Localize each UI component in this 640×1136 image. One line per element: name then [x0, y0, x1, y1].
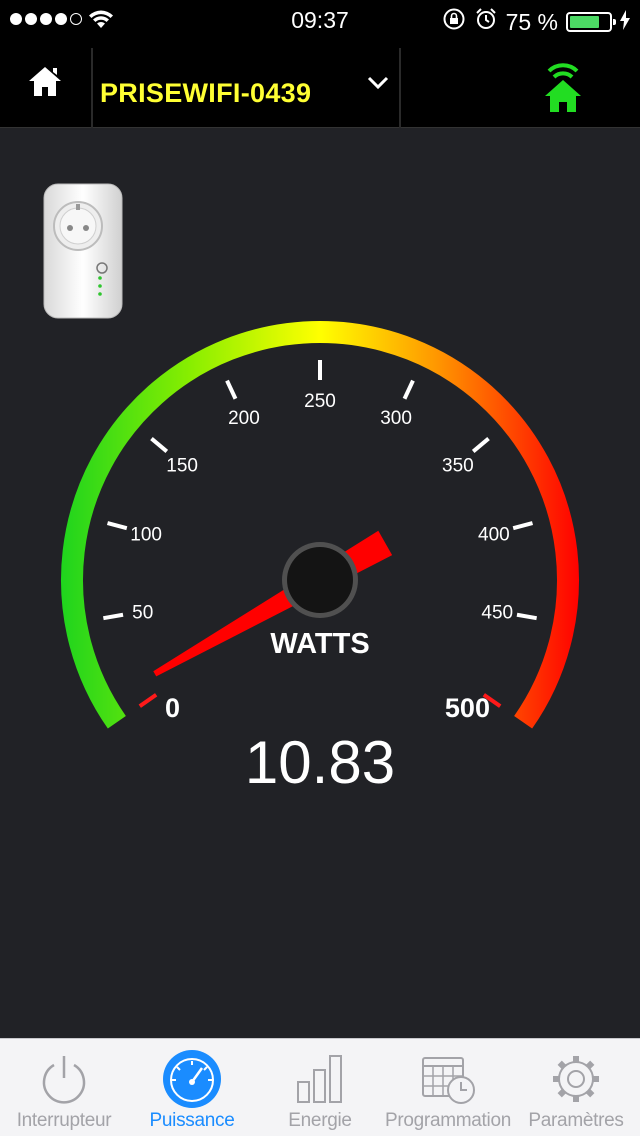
tab-label: Paramètres: [528, 1110, 624, 1131]
tab-label: Puissance: [149, 1110, 235, 1131]
gauge-tick-label: 350: [442, 455, 474, 476]
device-name[interactable]: PRISEWIFI-0439: [100, 78, 311, 109]
header-divider: [91, 48, 93, 128]
tab-label: Interrupteur: [16, 1110, 112, 1131]
gauge-tick: [102, 612, 124, 621]
alarm-icon: [474, 7, 498, 37]
home-icon: [27, 65, 63, 104]
gauge-tick-label: 50: [132, 602, 153, 623]
tab-parametres[interactable]: Paramètres: [512, 1039, 640, 1136]
tab-label: Energie: [288, 1110, 352, 1131]
gauge-tick-label: 100: [130, 524, 162, 545]
power-icon: [32, 1049, 96, 1109]
app-header: PRISEWIFI-0439: [0, 40, 640, 128]
charging-icon: [620, 9, 630, 36]
tab-label: Programmation: [385, 1110, 511, 1131]
battery-percent: 75 %: [505, 8, 558, 35]
gauge-tick-label: 300: [380, 408, 412, 429]
home-button[interactable]: [0, 40, 90, 128]
gauge-tick-label: 150: [166, 455, 198, 476]
gauge-tick-label: 450: [481, 602, 513, 623]
orientation-lock-icon: [442, 7, 466, 37]
gauge-tick: [225, 379, 238, 400]
gauge-tick: [512, 521, 534, 531]
tab-puissance[interactable]: Puissance: [128, 1039, 256, 1136]
gauge-hub: [287, 547, 353, 613]
tab-energie[interactable]: Energie: [256, 1039, 384, 1136]
gauge-tick: [471, 437, 490, 453]
gear-icon: [544, 1049, 608, 1109]
header-divider: [399, 48, 401, 128]
power-gauge: 0 50 100 150 200 250 300 350 400 450 500: [61, 321, 579, 729]
gauge-tick-label: 200: [228, 408, 260, 429]
tab-bar: Interrupteur Puissance Energie Programma…: [0, 1038, 640, 1136]
power-value: 10.83: [244, 729, 396, 796]
network-status-button[interactable]: [538, 58, 588, 114]
battery-icon: [566, 12, 616, 32]
speedometer-icon: [160, 1049, 224, 1109]
gauge-tick-label: 500: [445, 693, 490, 723]
gauge-tick: [150, 437, 169, 453]
chevron-down-icon: [367, 76, 389, 95]
status-bar: 09:37 75 %: [0, 0, 640, 40]
bar-chart-icon: [288, 1049, 352, 1109]
calendar-clock-icon: [416, 1049, 480, 1109]
gauge-unit-label: WATTS: [270, 628, 370, 660]
gauge-tick: [516, 612, 538, 621]
device-dropdown-button[interactable]: [360, 70, 396, 100]
gauge-tick: [402, 379, 415, 400]
tab-programmation[interactable]: Programmation: [384, 1039, 512, 1136]
gauge-tick: [106, 521, 128, 531]
tab-interrupteur[interactable]: Interrupteur: [0, 1039, 128, 1136]
gauge-tick-label: 400: [478, 524, 510, 545]
gauge-tick: [138, 693, 158, 708]
wifi-home-icon: [538, 63, 588, 118]
gauge-tick-label: 250: [304, 391, 336, 412]
gauge-tick-label: 0: [165, 693, 180, 723]
